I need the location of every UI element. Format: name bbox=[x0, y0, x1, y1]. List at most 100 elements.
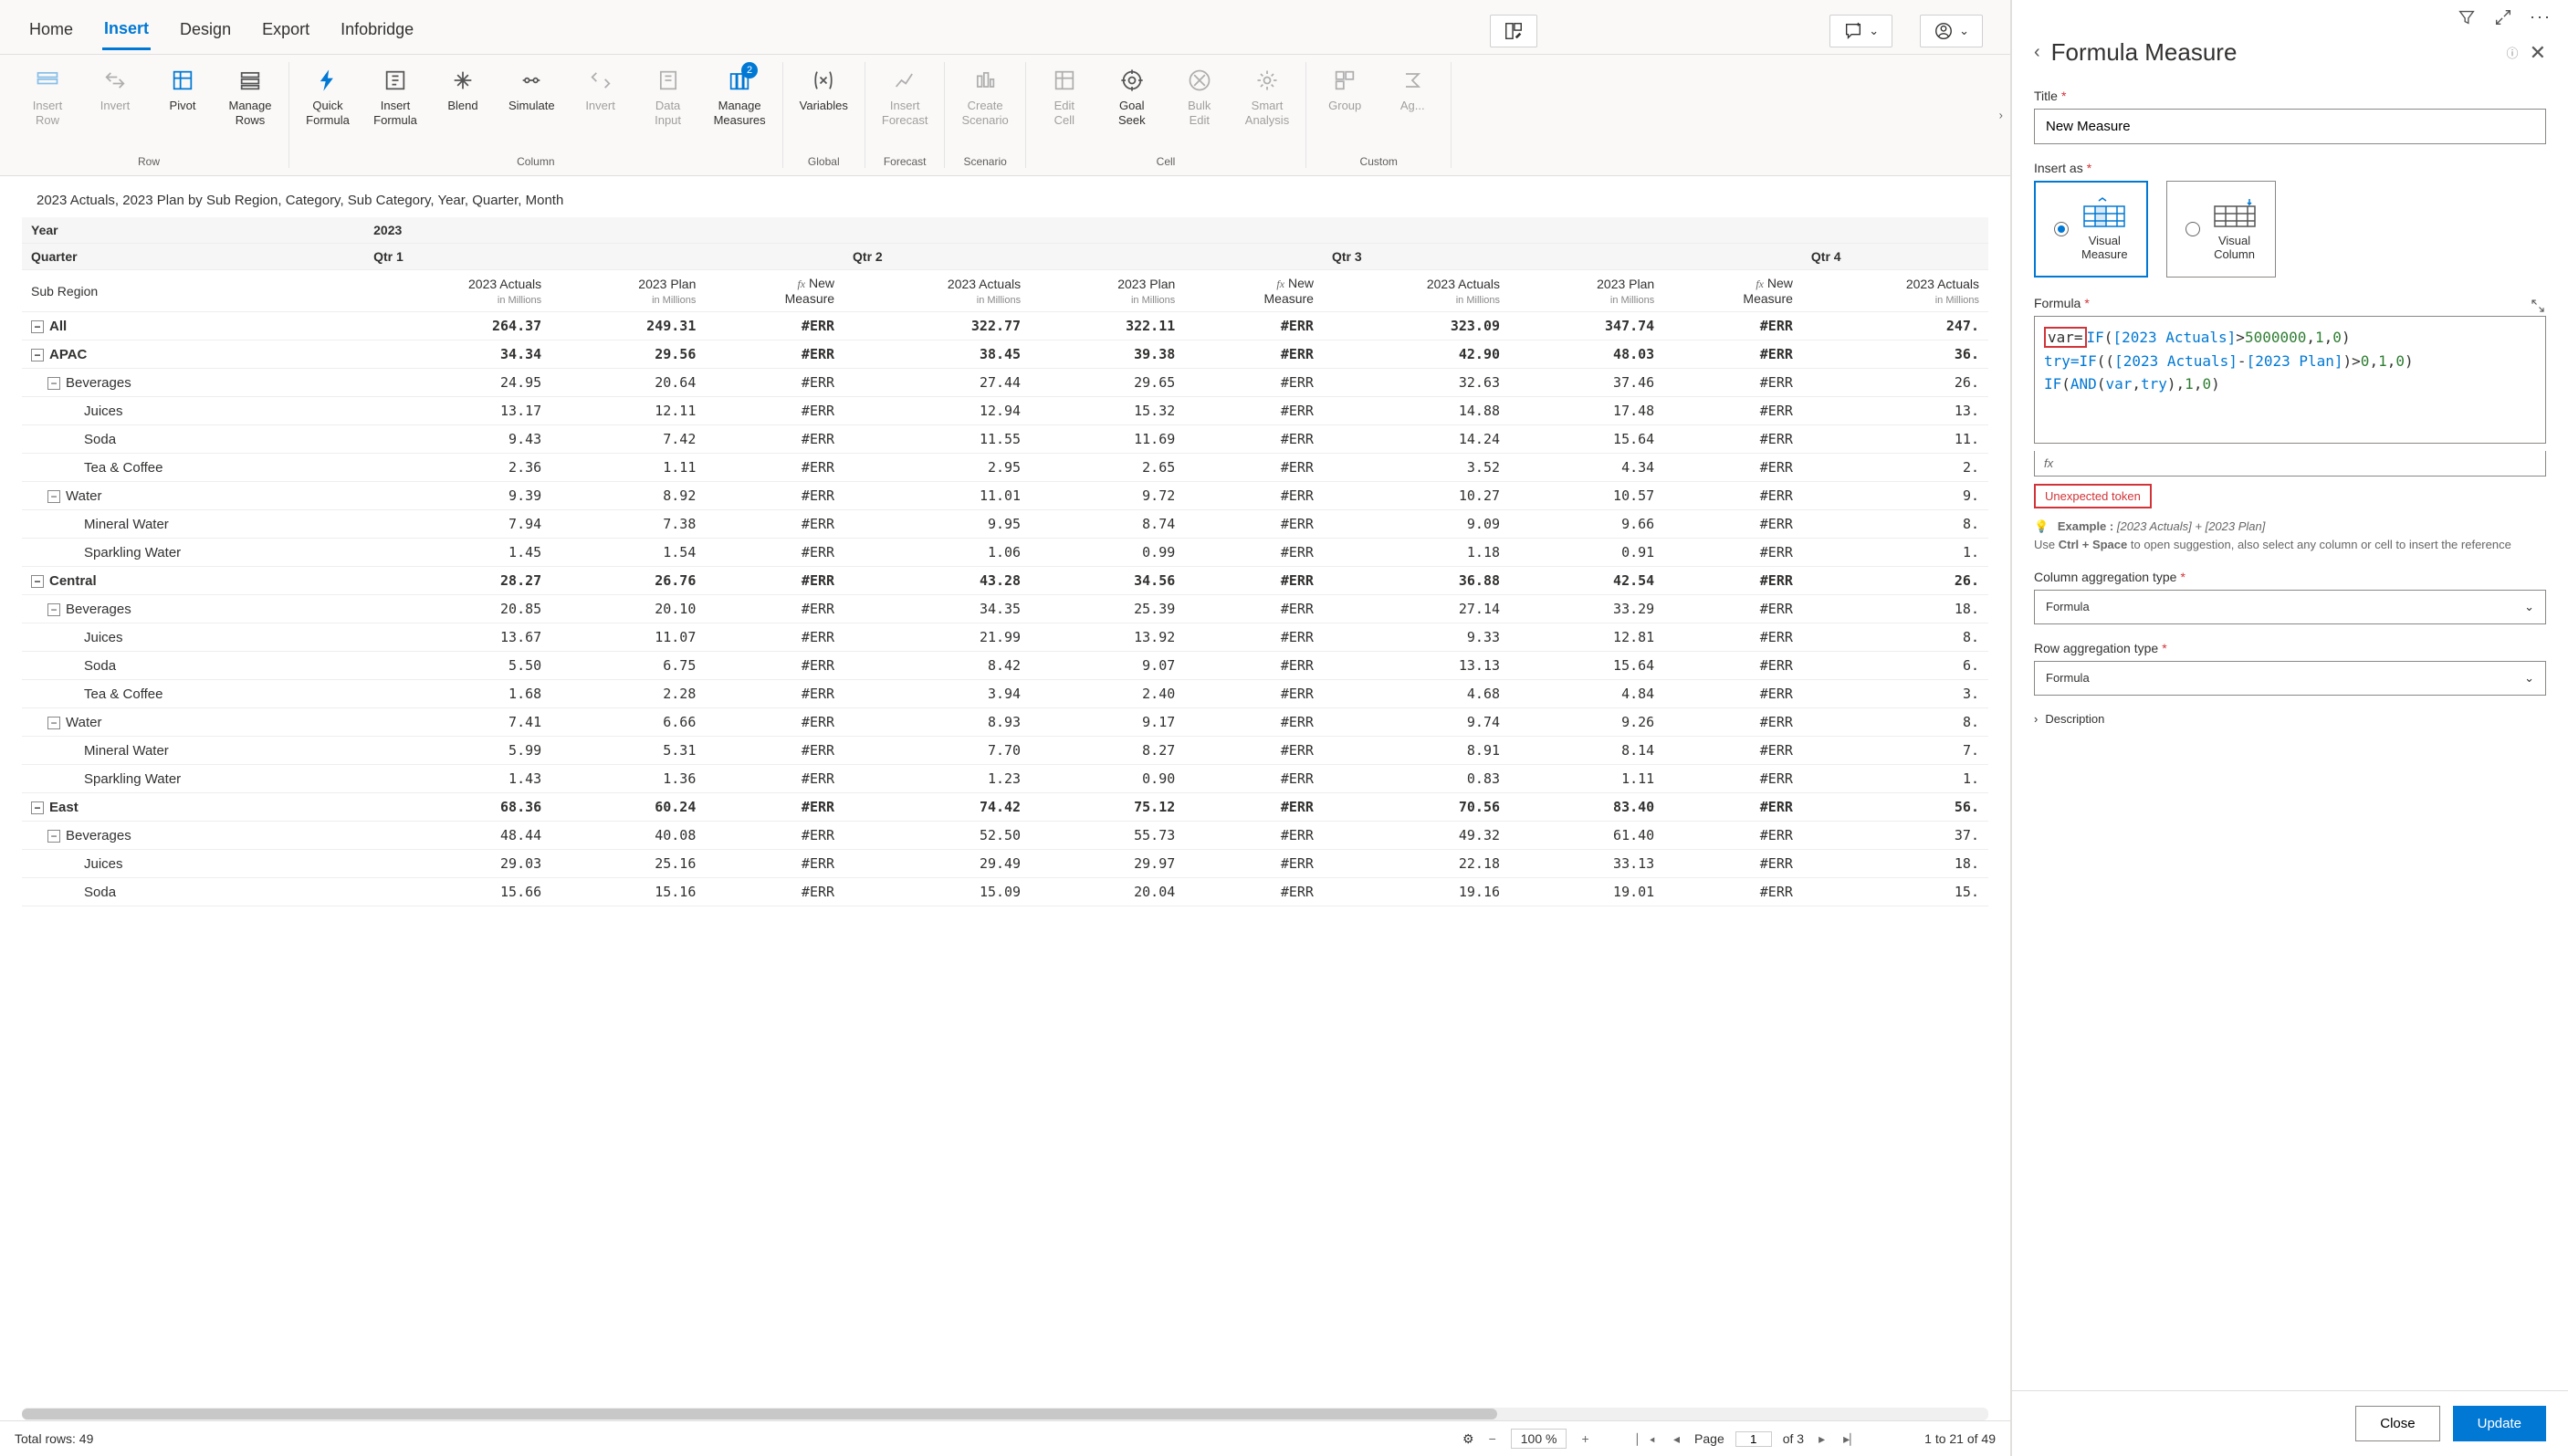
cell-value[interactable]: 27.44 bbox=[844, 369, 1030, 397]
table-row[interactable]: Sparkling Water1.451.54#ERR1.060.99#ERR1… bbox=[22, 539, 1988, 567]
cell-value[interactable]: #ERR bbox=[1663, 510, 1802, 539]
table-row[interactable]: Juices13.6711.07#ERR21.9913.92#ERR9.3312… bbox=[22, 623, 1988, 652]
cell-value[interactable]: #ERR bbox=[1184, 312, 1323, 340]
cell-value[interactable]: #ERR bbox=[1663, 793, 1802, 822]
cell-value[interactable]: 15. bbox=[1802, 878, 1988, 906]
cell-value[interactable]: 36.88 bbox=[1323, 567, 1509, 595]
cell-value[interactable]: 12.11 bbox=[550, 397, 705, 425]
cell-value[interactable]: 29.56 bbox=[550, 340, 705, 369]
cell-value[interactable]: 12.94 bbox=[844, 397, 1030, 425]
row-agg-select[interactable]: Formula⌄ bbox=[2034, 661, 2546, 696]
cell-value[interactable]: #ERR bbox=[1184, 765, 1323, 793]
cell-value[interactable]: 19.01 bbox=[1509, 878, 1663, 906]
expander-icon[interactable]: − bbox=[31, 575, 44, 588]
cell-value[interactable]: 1. bbox=[1802, 765, 1988, 793]
cell-value[interactable]: 15.66 bbox=[364, 878, 550, 906]
cell-value[interactable]: 25.39 bbox=[1030, 595, 1184, 623]
cell-value[interactable]: 32.63 bbox=[1323, 369, 1509, 397]
panel-back-icon[interactable]: ‹ bbox=[2034, 42, 2040, 63]
tab-design[interactable]: Design bbox=[178, 13, 233, 48]
cell-value[interactable]: #ERR bbox=[705, 708, 844, 737]
cell-value[interactable]: #ERR bbox=[1184, 454, 1323, 482]
cell-value[interactable]: 33.13 bbox=[1509, 850, 1663, 878]
cell-value[interactable]: #ERR bbox=[1184, 482, 1323, 510]
cell-value[interactable]: #ERR bbox=[705, 454, 844, 482]
cell-value[interactable]: 7.38 bbox=[550, 510, 705, 539]
expander-icon[interactable]: − bbox=[31, 801, 44, 814]
table-row[interactable]: −All264.37249.31#ERR322.77322.11#ERR323.… bbox=[22, 312, 1988, 340]
header-qtr4[interactable]: Qtr 4 bbox=[1802, 244, 1988, 270]
cell-value[interactable]: 8.42 bbox=[844, 652, 1030, 680]
cell-value[interactable]: 42.90 bbox=[1323, 340, 1509, 369]
cell-value[interactable]: #ERR bbox=[1663, 340, 1802, 369]
cell-value[interactable]: 36. bbox=[1802, 340, 1988, 369]
cell-value[interactable]: 8. bbox=[1802, 623, 1988, 652]
cell-value[interactable]: 3.52 bbox=[1323, 454, 1509, 482]
cell-value[interactable]: 6. bbox=[1802, 652, 1988, 680]
cell-value[interactable]: #ERR bbox=[1184, 595, 1323, 623]
cell-value[interactable]: 1.23 bbox=[844, 765, 1030, 793]
cell-value[interactable]: 15.64 bbox=[1509, 425, 1663, 454]
cell-value[interactable]: 264.37 bbox=[364, 312, 550, 340]
cell-value[interactable]: 2.65 bbox=[1030, 454, 1184, 482]
cell-value[interactable]: #ERR bbox=[705, 623, 844, 652]
table-row[interactable]: −East68.3660.24#ERR74.4275.12#ERR70.5683… bbox=[22, 793, 1988, 822]
cell-value[interactable]: 11.07 bbox=[550, 623, 705, 652]
table-row[interactable]: Soda5.506.75#ERR8.429.07#ERR13.1315.64#E… bbox=[22, 652, 1988, 680]
table-row[interactable]: Sparkling Water1.431.36#ERR1.230.90#ERR0… bbox=[22, 765, 1988, 793]
cell-value[interactable]: 60.24 bbox=[550, 793, 705, 822]
cell-value[interactable]: 38.45 bbox=[844, 340, 1030, 369]
cell-value[interactable]: #ERR bbox=[1663, 369, 1802, 397]
cell-value[interactable]: 13.13 bbox=[1323, 652, 1509, 680]
tab-insert[interactable]: Insert bbox=[102, 12, 151, 50]
insert-as-visual-column[interactable]: Visual Column bbox=[2166, 181, 2276, 278]
cell-value[interactable]: #ERR bbox=[1184, 737, 1323, 765]
cell-value[interactable]: 9.26 bbox=[1509, 708, 1663, 737]
expander-icon[interactable]: − bbox=[47, 717, 60, 729]
cell-value[interactable]: 40.08 bbox=[550, 822, 705, 850]
page-next[interactable]: ▸ bbox=[1815, 1431, 1829, 1447]
cell-value[interactable]: 17.48 bbox=[1509, 397, 1663, 425]
cell-value[interactable]: #ERR bbox=[705, 425, 844, 454]
cell-value[interactable]: 9.66 bbox=[1509, 510, 1663, 539]
user-button[interactable]: ⌄ bbox=[1920, 15, 1983, 47]
cell-value[interactable]: 13.17 bbox=[364, 397, 550, 425]
ribbon-quick-formula[interactable]: Quick Formula bbox=[300, 62, 355, 131]
ribbon-simulate[interactable]: Simulate bbox=[503, 62, 561, 117]
cell-value[interactable]: 247. bbox=[1802, 312, 1988, 340]
cell-value[interactable]: 322.11 bbox=[1030, 312, 1184, 340]
panel-close-icon[interactable]: ✕ bbox=[2530, 41, 2546, 65]
ribbon-pivot[interactable]: Pivot bbox=[155, 62, 210, 117]
description-toggle[interactable]: › Description bbox=[2034, 712, 2546, 726]
expander-icon[interactable]: − bbox=[31, 320, 44, 333]
cell-value[interactable]: #ERR bbox=[1184, 425, 1323, 454]
cell-value[interactable]: 7.94 bbox=[364, 510, 550, 539]
cell-value[interactable]: 25.16 bbox=[550, 850, 705, 878]
cell-value[interactable]: 1.43 bbox=[364, 765, 550, 793]
cell-value[interactable]: 8.92 bbox=[550, 482, 705, 510]
cell-value[interactable]: 43.28 bbox=[844, 567, 1030, 595]
ribbon-scroll-right[interactable]: › bbox=[1996, 100, 2007, 131]
cell-value[interactable]: 28.27 bbox=[364, 567, 550, 595]
cell-value[interactable]: 34.56 bbox=[1030, 567, 1184, 595]
cell-value[interactable]: #ERR bbox=[1184, 340, 1323, 369]
cell-value[interactable]: 3. bbox=[1802, 680, 1988, 708]
cell-value[interactable]: 11.69 bbox=[1030, 425, 1184, 454]
cell-value[interactable]: 37.46 bbox=[1509, 369, 1663, 397]
ribbon-goal-seek[interactable]: Goal Seek bbox=[1105, 62, 1159, 131]
tab-home[interactable]: Home bbox=[27, 13, 75, 48]
zoom-in[interactable]: + bbox=[1577, 1431, 1592, 1446]
cell-value[interactable]: 24.95 bbox=[364, 369, 550, 397]
cell-value[interactable]: #ERR bbox=[1663, 850, 1802, 878]
filter-icon[interactable] bbox=[2457, 7, 2477, 27]
cell-value[interactable]: #ERR bbox=[1184, 652, 1323, 680]
cell-value[interactable]: #ERR bbox=[1184, 680, 1323, 708]
cell-value[interactable]: 9.39 bbox=[364, 482, 550, 510]
cell-value[interactable]: 2.95 bbox=[844, 454, 1030, 482]
cell-value[interactable]: 18. bbox=[1802, 850, 1988, 878]
cell-value[interactable]: 9.33 bbox=[1323, 623, 1509, 652]
page-input[interactable] bbox=[1735, 1431, 1772, 1447]
cell-value[interactable]: 15.16 bbox=[550, 878, 705, 906]
cell-value[interactable]: 4.84 bbox=[1509, 680, 1663, 708]
cell-value[interactable]: 8.14 bbox=[1509, 737, 1663, 765]
